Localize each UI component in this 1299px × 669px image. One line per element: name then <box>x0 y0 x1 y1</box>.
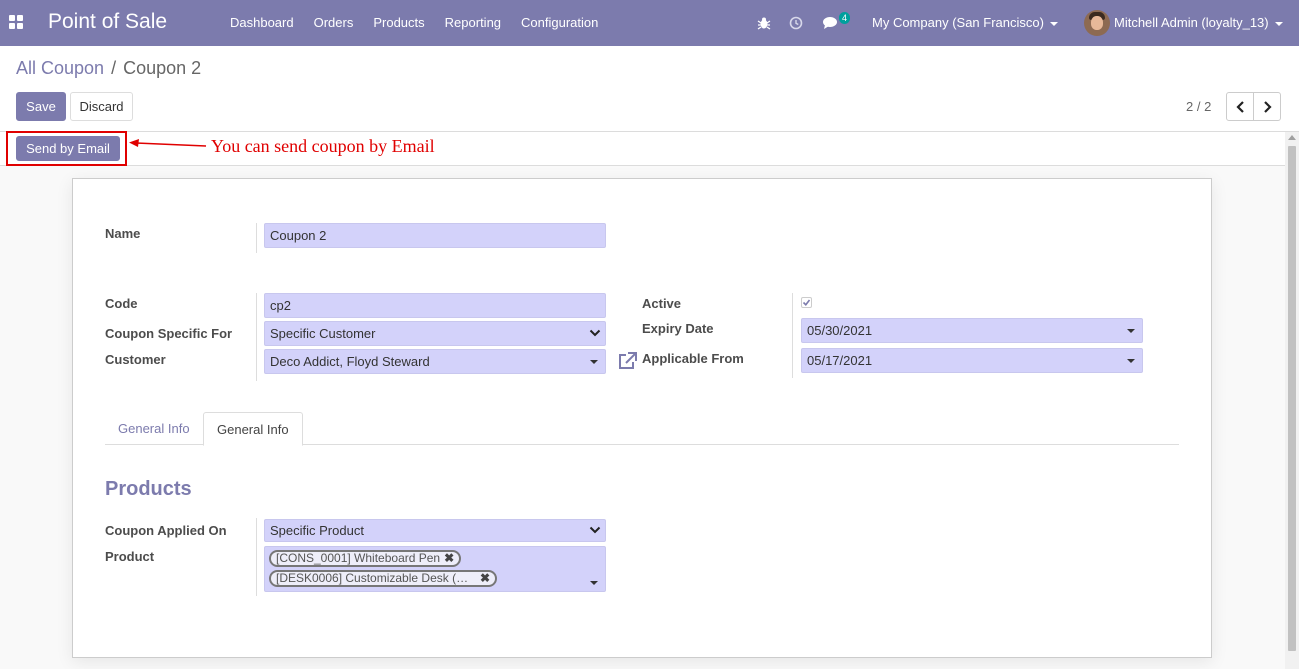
chevron-left-icon <box>1235 100 1244 113</box>
external-link-icon[interactable] <box>618 352 637 370</box>
chevron-down-icon <box>1274 21 1283 26</box>
coupon-applied-on-value: Specific Product <box>270 523 364 538</box>
apps-menu-icon[interactable] <box>9 15 23 29</box>
dropdown-caret-icon[interactable] <box>590 360 598 364</box>
separator <box>256 223 257 253</box>
product-label: Product <box>105 549 155 564</box>
top-navbar: Point of Sale Dashboard Orders Products … <box>0 0 1299 46</box>
chevron-right-icon <box>1263 100 1272 113</box>
menu-configuration[interactable]: Configuration <box>511 0 608 46</box>
coupon-specific-for-label: Coupon Specific For <box>105 326 233 341</box>
customer-label: Customer <box>105 352 166 367</box>
user-menu[interactable]: Mitchell Admin (loyalty_13) <box>1114 0 1283 46</box>
coupon-applied-on-select[interactable]: Specific Product <box>264 519 606 542</box>
annotation-arrow <box>129 139 207 147</box>
activity-clock-icon[interactable] <box>789 0 803 46</box>
discard-button[interactable]: Discard <box>70 92 133 121</box>
scrollbar-thumb[interactable] <box>1288 146 1296 651</box>
company-switcher[interactable]: My Company (San Francisco) <box>872 0 1058 46</box>
tab-general-info[interactable]: General Info <box>105 412 203 445</box>
breadcrumb-parent-link[interactable]: All Coupon <box>16 58 104 79</box>
menu-orders[interactable]: Orders <box>304 0 364 46</box>
save-button[interactable]: Save <box>16 92 66 121</box>
customer-value: Deco Addict, Floyd Steward <box>270 354 430 369</box>
active-label: Active <box>642 296 682 311</box>
expiry-date-value: 05/30/2021 <box>807 323 873 338</box>
code-input[interactable] <box>270 294 600 317</box>
send-by-email-button[interactable]: Send by Email <box>16 136 120 161</box>
remove-tag-icon[interactable]: ✖ <box>444 551 454 565</box>
tab-general-info-active[interactable]: General Info <box>203 412 303 446</box>
scroll-up-arrow-icon[interactable] <box>1288 135 1296 140</box>
applicable-from-field[interactable]: 05/17/2021 <box>801 348 1143 373</box>
code-field[interactable] <box>264 293 606 318</box>
pager-previous-button[interactable] <box>1226 92 1254 121</box>
coupon-specific-for-value: Specific Customer <box>270 326 376 341</box>
applicable-from-label: Applicable From <box>642 351 744 366</box>
messages-chat-icon[interactable]: 4 <box>822 0 851 46</box>
code-label: Code <box>105 296 138 311</box>
chevron-down-icon <box>1049 21 1058 26</box>
expiry-date-label: Expiry Date <box>642 321 714 336</box>
remove-tag-icon[interactable]: ✖ <box>480 572 490 585</box>
dropdown-caret-icon[interactable] <box>1127 359 1135 363</box>
expiry-date-field[interactable]: 05/30/2021 <box>801 318 1143 343</box>
pager-next-button[interactable] <box>1253 92 1281 121</box>
name-label: Name <box>105 226 141 241</box>
pager-value[interactable]: 2 / 2 <box>1186 99 1211 114</box>
user-name: Mitchell Admin (loyalty_13) <box>1114 15 1269 30</box>
applicable-from-value: 05/17/2021 <box>807 353 873 368</box>
breadcrumb: All Coupon / Coupon 2 <box>16 58 201 79</box>
messages-count-badge: 4 <box>839 12 851 24</box>
chevron-down-icon <box>589 329 601 337</box>
vertical-scrollbar[interactable] <box>1285 132 1299 669</box>
product-tag: [DESK0006] Customizable Desk (… ✖ <box>269 570 497 587</box>
product-tag-label: [DESK0006] Customizable Desk (… <box>276 571 469 585</box>
chevron-down-icon <box>589 526 601 534</box>
menu-reporting[interactable]: Reporting <box>435 0 511 46</box>
product-tag-label: [CONS_0001] Whiteboard Pen <box>276 551 441 565</box>
checkmark-icon <box>802 299 811 307</box>
coupon-applied-on-label: Coupon Applied On <box>105 523 227 538</box>
coupon-specific-for-select[interactable]: Specific Customer <box>264 321 606 346</box>
app-title[interactable]: Point of Sale <box>48 10 167 34</box>
main-menu: Dashboard Orders Products Reporting Conf… <box>220 0 608 46</box>
products-section-title: Products <box>105 478 192 500</box>
notebook-tabs: General Info General Info <box>105 412 1179 446</box>
separator <box>256 518 257 596</box>
dropdown-caret-icon[interactable] <box>590 581 598 585</box>
company-name: My Company (San Francisco) <box>872 15 1044 30</box>
active-checkbox[interactable] <box>801 297 812 308</box>
breadcrumb-separator: / <box>111 58 117 78</box>
debug-bug-icon[interactable] <box>757 0 771 46</box>
name-input[interactable] <box>270 224 600 247</box>
breadcrumb-current: Coupon 2 <box>123 58 202 78</box>
customer-field[interactable]: Deco Addict, Floyd Steward <box>264 349 606 374</box>
menu-products[interactable]: Products <box>363 0 434 46</box>
user-avatar[interactable] <box>1084 10 1110 36</box>
annotation-text: You can send coupon by Email <box>211 136 435 156</box>
name-field[interactable] <box>264 223 606 248</box>
menu-dashboard[interactable]: Dashboard <box>220 0 304 46</box>
product-tag: [CONS_0001] Whiteboard Pen ✖ <box>269 550 462 567</box>
dropdown-caret-icon[interactable] <box>1127 329 1135 333</box>
separator <box>792 293 793 378</box>
separator <box>256 293 257 381</box>
